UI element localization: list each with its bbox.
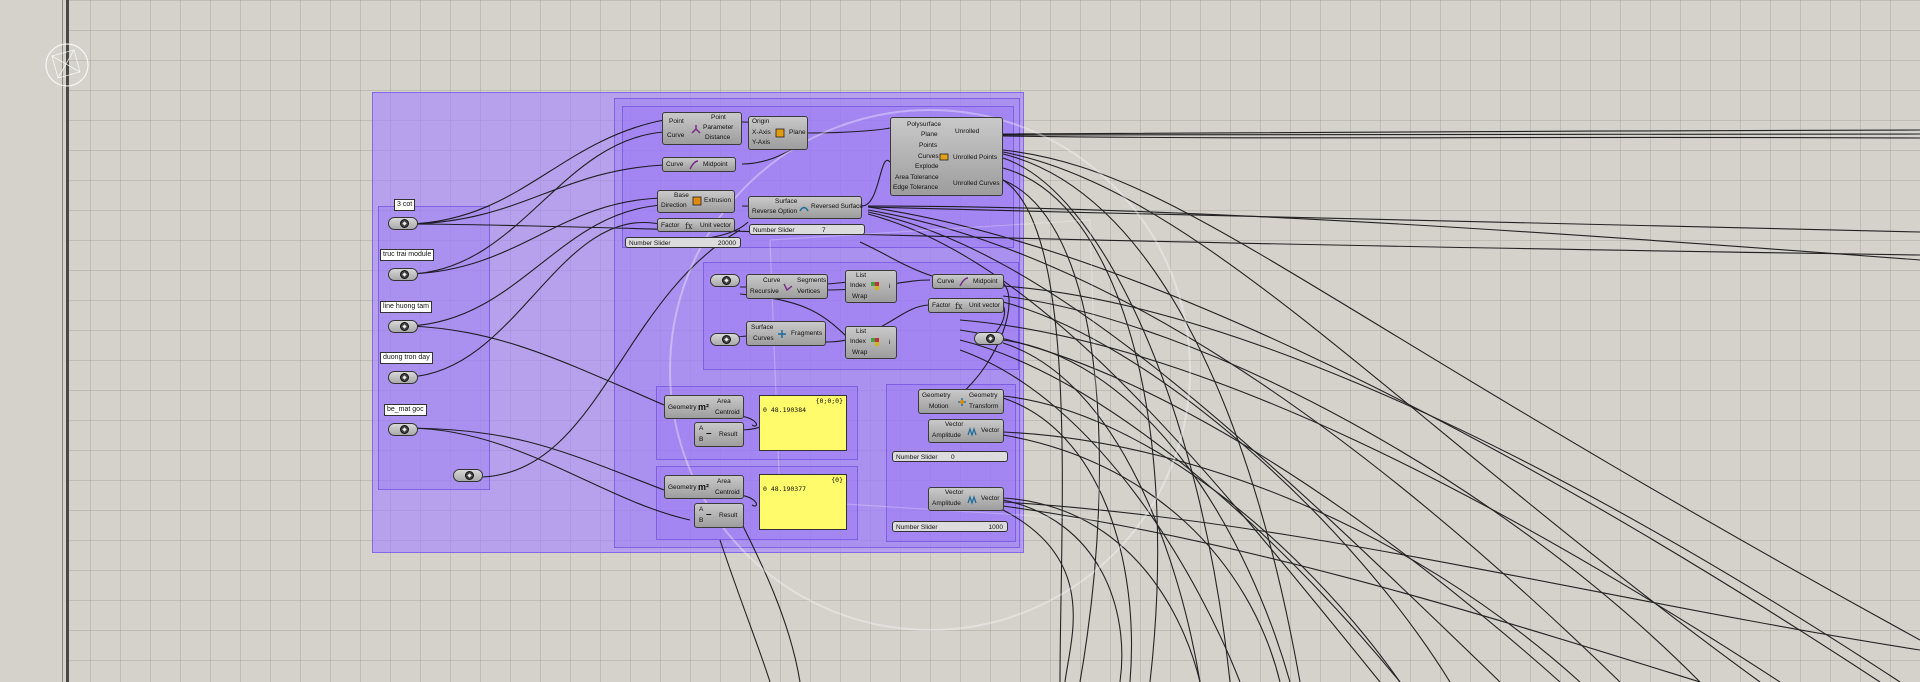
- param-geometry-floating[interactable]: [453, 469, 483, 482]
- amplitude-component-1[interactable]: Vector Amplitude Vector: [928, 419, 1004, 443]
- label-line-huong-tam: line huong tam: [380, 301, 432, 313]
- reverse-surface-icon: [799, 206, 809, 212]
- label-truc-trai-module: truc trai module: [380, 249, 435, 261]
- plane-component[interactable]: Origin X-Axis Y-Axis Plane: [748, 116, 808, 150]
- geometry-icon: [400, 373, 409, 382]
- subtraction-component-2[interactable]: A B – Result: [694, 503, 744, 528]
- param-duong-tron-day[interactable]: [388, 371, 418, 384]
- number-slider-0[interactable]: Number Slider 0: [892, 451, 1008, 462]
- amplitude-component-2[interactable]: Vector Amplitude Vector: [928, 487, 1004, 511]
- plane-icon: [775, 128, 785, 138]
- unit-vector-component[interactable]: Factor fx Unit vector: [657, 218, 735, 232]
- list-item-icon: [871, 282, 879, 290]
- geometry-icon: [465, 471, 474, 480]
- reverse-surface-component[interactable]: Surface Reverse Option Reversed Surface: [748, 196, 863, 219]
- evaluate-curve-component[interactable]: Point Curve Point Parameter Distance: [662, 112, 742, 145]
- midpoint-icon: [689, 160, 699, 170]
- geometry-icon: [722, 276, 731, 285]
- param-line-huong-tam[interactable]: [388, 320, 418, 333]
- param-be-mat-goc[interactable]: [388, 423, 418, 436]
- svg-text:fx: fx: [685, 222, 693, 231]
- param-vector-out[interactable]: [974, 332, 1004, 345]
- subtraction-component-1[interactable]: A B – Result: [694, 422, 744, 447]
- geometry-icon: [400, 322, 409, 331]
- amplitude-icon: [967, 495, 977, 505]
- unit-vector-icon: fx: [685, 222, 693, 231]
- number-slider-20000[interactable]: Number Slider 20000: [625, 237, 741, 248]
- geometry-icon: [400, 425, 409, 434]
- explode-curve-component[interactable]: Curve Recursive Segments Vertices: [746, 274, 828, 299]
- unit-vector-icon: fx: [955, 302, 963, 311]
- param-truc-trai-module[interactable]: [388, 268, 418, 281]
- label-3-cot: 3 cot: [394, 199, 416, 211]
- unit-vector-component-2[interactable]: Factor fx Unit vector: [928, 298, 1004, 313]
- wires-layer: [409, 109, 1920, 682]
- unroll-icon: [939, 153, 949, 161]
- subtract-icon: –: [706, 428, 712, 439]
- midpoint-component-2[interactable]: Curve Midpoint: [932, 274, 1004, 289]
- area-icon: m²: [698, 402, 709, 412]
- move-component[interactable]: Geometry Motion Geometry Transform: [918, 389, 1004, 414]
- evaluate-icon: [691, 125, 701, 134]
- amplitude-icon: [967, 427, 977, 437]
- param-curve-b[interactable]: [710, 333, 740, 346]
- label-duong-tron-day: duong tron day: [380, 352, 433, 364]
- area-component-1[interactable]: Geometry m² Area Centroid: [664, 395, 744, 419]
- move-icon: [958, 398, 966, 406]
- number-slider-1000[interactable]: Number Slider 1000: [892, 521, 1008, 532]
- param-curve-a[interactable]: [710, 274, 740, 287]
- list-item-component-1[interactable]: List Index Wrap i: [845, 270, 897, 303]
- subtract-icon: –: [706, 509, 712, 520]
- explode-icon: [783, 283, 793, 292]
- label-be-mat-goc: be_mat goc: [384, 404, 427, 416]
- panel-area-result-1[interactable]: {0;0;0} 0 48.190384: [759, 395, 847, 451]
- split-surface-icon: [778, 330, 786, 338]
- number-slider-7[interactable]: Number Slider 7: [749, 224, 865, 235]
- area-component-2[interactable]: Geometry m² Area Centroid: [664, 475, 744, 499]
- midpoint-icon: [959, 277, 969, 287]
- extrude-component[interactable]: Base Direction Extrusion: [657, 190, 735, 213]
- area-icon: m²: [698, 482, 709, 492]
- param-3-cot[interactable]: [388, 217, 418, 230]
- unroll-brep-component[interactable]: Polysurface Plane Points Curves Explode …: [890, 117, 1003, 196]
- geometry-icon: [722, 335, 731, 344]
- geometry-icon: [400, 219, 409, 228]
- list-item-icon: [871, 338, 879, 346]
- extrude-icon: [692, 196, 702, 206]
- geometry-icon: [986, 334, 995, 343]
- panel-area-result-2[interactable]: {0} 0 48.190377: [759, 474, 847, 530]
- svg-text:fx: fx: [955, 302, 963, 311]
- midpoint-component[interactable]: Curve Midpoint: [662, 157, 736, 172]
- geometry-icon: [400, 270, 409, 279]
- list-item-component-2[interactable]: List Index Wrap i: [845, 326, 897, 359]
- surface-split-component[interactable]: Surface Curves Fragments: [746, 321, 826, 346]
